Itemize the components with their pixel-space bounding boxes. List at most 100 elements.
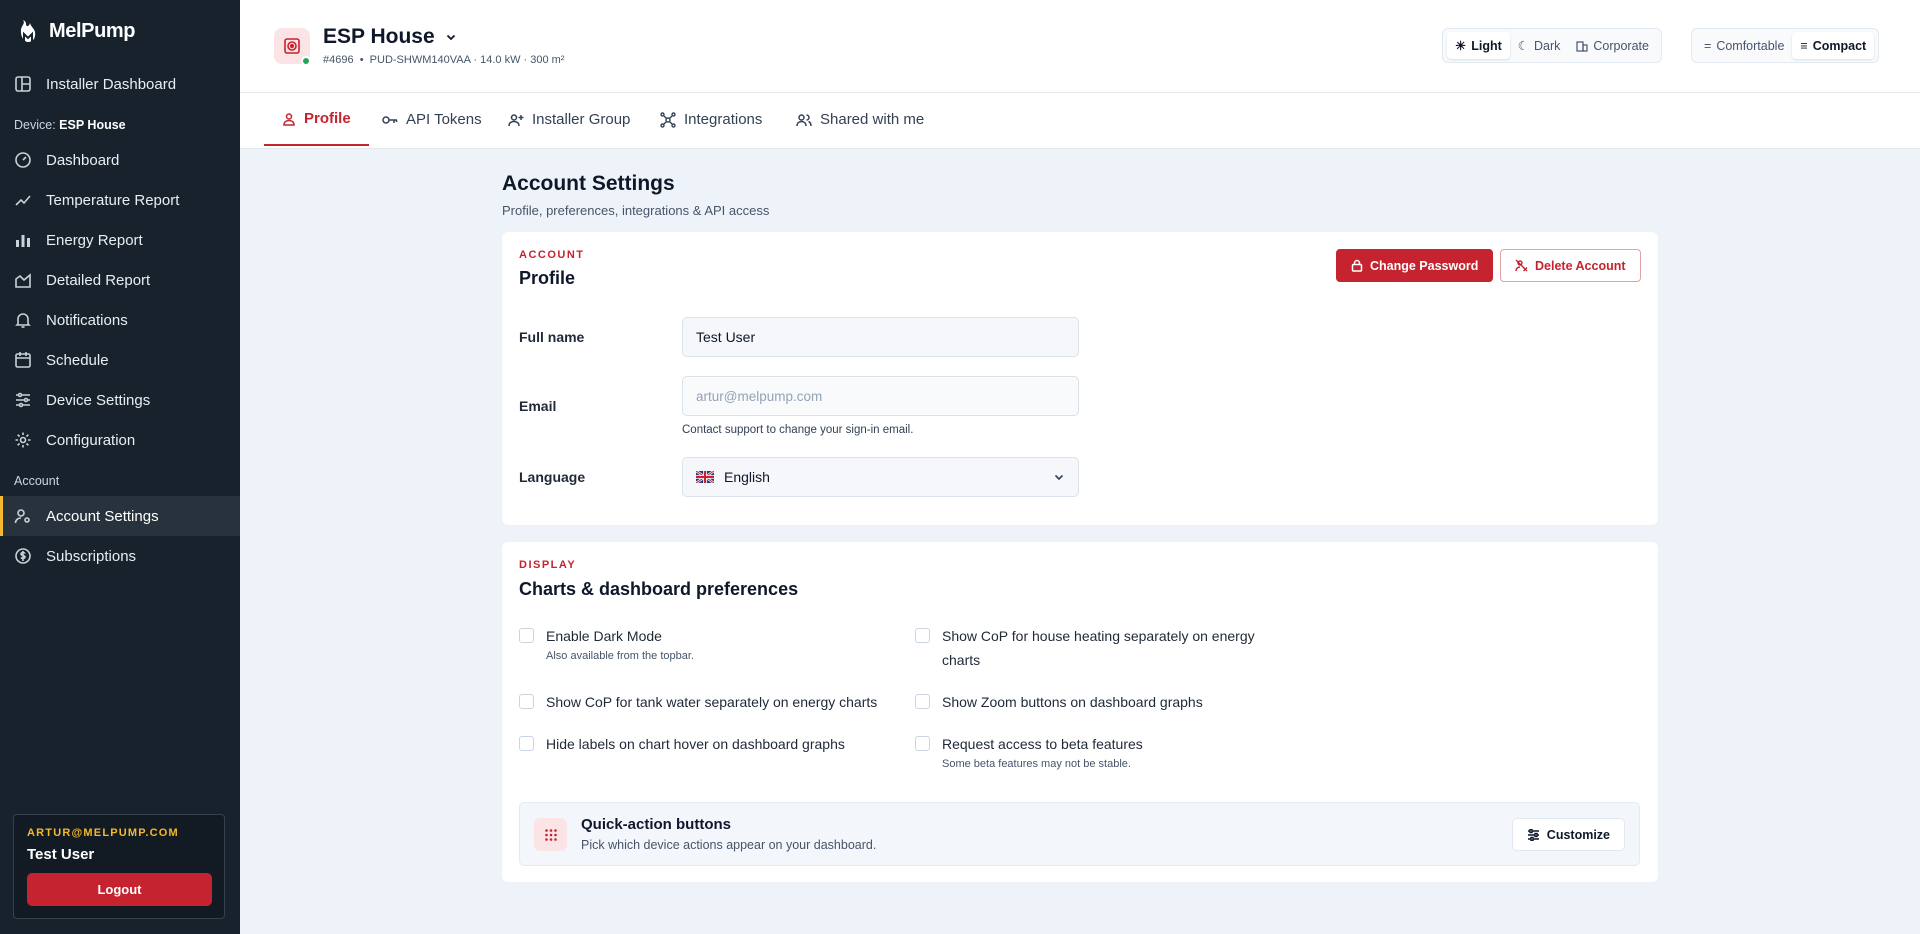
checkbox[interactable] [915, 694, 930, 709]
user-plus-icon [508, 113, 524, 126]
sidebar-item-label: Notifications [46, 311, 128, 329]
sidebar-item-label: Schedule [46, 351, 109, 369]
tab-integrations[interactable]: Integrations [660, 93, 762, 146]
customize-button[interactable]: Customize [1511, 818, 1625, 851]
change-password-button[interactable]: Change Password [1336, 249, 1494, 282]
display-title: Charts & dashboard preferences [519, 579, 799, 599]
full-name-input[interactable]: Test User [682, 317, 1079, 357]
sun-icon: ☀ [1455, 39, 1467, 53]
bell-icon [15, 313, 31, 328]
sidebar-item-label: Configuration [46, 431, 136, 449]
uk-flag-icon [696, 471, 714, 483]
quick-action-title: Quick-action buttons [581, 816, 731, 833]
sidebar-item-dashboard[interactable]: Dashboard [0, 140, 240, 180]
building-icon [1576, 40, 1588, 52]
account-section-label: Account [14, 474, 60, 488]
sidebar-item-schedule[interactable]: Schedule [0, 340, 240, 380]
device-title: ESP House [323, 25, 435, 48]
density-compact-button[interactable]: ≡ Compact [1792, 32, 1875, 59]
quick-action-panel: Quick-action buttons Pick which device a… [519, 802, 1640, 866]
gauge-icon [15, 152, 31, 168]
sidebar-item-device-settings[interactable]: Device Settings [0, 380, 240, 420]
sidebar-item-account-settings[interactable]: Account Settings [0, 496, 240, 536]
theme-light-button[interactable]: ☀ Light [1447, 32, 1510, 59]
app-name: MelPump [49, 19, 136, 42]
theme-corporate-button[interactable]: Corporate [1568, 32, 1657, 59]
page-title: Account Settings [502, 172, 675, 195]
checkbox[interactable] [519, 694, 534, 709]
email-field[interactable]: artur@melpump.com [682, 376, 1079, 416]
sidebar-item-notifications[interactable]: Notifications [0, 300, 240, 340]
layout-icon [15, 76, 31, 92]
integration-icon [660, 111, 676, 128]
grid-dots-icon [534, 818, 567, 851]
settings-tabs: Profile API Tokens Installer Group Integ… [240, 93, 1920, 149]
line-chart-icon [15, 195, 31, 206]
user-icon [283, 112, 295, 126]
quick-action-subtitle: Pick which device actions appear on your… [581, 838, 877, 852]
language-select[interactable]: English [682, 457, 1079, 497]
sidebar-item-subscriptions[interactable]: Subscriptions [0, 536, 240, 576]
checkbox[interactable] [915, 628, 930, 643]
delete-account-button[interactable]: Delete Account [1500, 249, 1641, 282]
option-dark-mode[interactable]: Enable Dark Mode Also available from the … [519, 628, 694, 662]
user-cog-icon [14, 509, 30, 524]
user-email: ARTUR@MELPUMP.COM [27, 827, 179, 839]
device-avatar[interactable] [274, 28, 311, 66]
app-logo[interactable]: MelPump [17, 18, 136, 44]
sidebar-item-detailed-report[interactable]: Detailed Report [0, 260, 240, 300]
email-label: Email [519, 398, 557, 414]
tab-api-tokens[interactable]: API Tokens [382, 93, 482, 146]
sidebar-item-label: Subscriptions [46, 547, 137, 565]
user-x-icon [1515, 259, 1528, 272]
sidebar-item-energy-report[interactable]: Energy Report [0, 220, 240, 260]
option-hide-labels[interactable]: Hide labels on chart hover on dashboard … [519, 736, 845, 756]
device-meta: #4696 • PUD-SHWM140VAA · 14.0 kW · 300 m… [323, 54, 565, 66]
menu-lines-icon: ≡ [1800, 38, 1808, 53]
chevron-down-icon [446, 34, 455, 41]
user-card: ARTUR@MELPUMP.COM Test User Logout [13, 814, 225, 919]
device-section-label: Device: ESP House [14, 118, 126, 132]
users-icon [796, 113, 812, 126]
bar-chart-icon [16, 235, 30, 247]
melpump-logo-icon [20, 20, 36, 42]
gear-icon [15, 432, 31, 448]
area-chart-icon [15, 273, 31, 288]
option-beta-features[interactable]: Request access to beta features Some beta… [915, 736, 1143, 770]
sidebar-item-label: Dashboard [46, 151, 120, 169]
device-switcher[interactable]: ESP House [323, 25, 457, 49]
profile-eyebrow: ACCOUNT [519, 249, 585, 261]
lock-icon [1351, 259, 1363, 272]
calendar-icon [15, 352, 31, 368]
sidebar-item-temperature-report[interactable]: Temperature Report [0, 180, 240, 220]
density-switcher: = Comfortable ≡ Compact [1691, 28, 1880, 63]
sidebar-item-configuration[interactable]: Configuration [0, 420, 240, 460]
logout-button[interactable]: Logout [27, 873, 212, 906]
sliders-icon [16, 392, 30, 408]
sidebar: MelPump Installer Dashboard Device: ESP … [0, 0, 240, 934]
sidebar-item-installer-dashboard[interactable]: Installer Dashboard [0, 64, 240, 104]
status-dot [301, 56, 311, 66]
tab-shared-with-me[interactable]: Shared with me [796, 93, 924, 146]
checkbox[interactable] [915, 736, 930, 751]
equals-icon: = [1704, 38, 1712, 53]
option-zoom-buttons[interactable]: Show Zoom buttons on dashboard graphs [915, 694, 1203, 714]
theme-switcher: ☀ Light ☾ Dark Corporate [1442, 28, 1662, 63]
display-card: DISPLAY Charts & dashboard preferences E… [502, 542, 1658, 882]
dollar-circle-icon [15, 548, 31, 564]
topbar: ESP House #4696 • PUD-SHWM140VAA · 14.0 … [240, 0, 1920, 93]
theme-dark-button[interactable]: ☾ Dark [1510, 32, 1569, 59]
sidebar-item-label: Installer Dashboard [46, 75, 177, 93]
profile-title: Profile [519, 268, 576, 288]
user-name: Test User [27, 846, 95, 863]
sidebar-item-label: Energy Report [46, 231, 143, 249]
checkbox[interactable] [519, 736, 534, 751]
tab-profile[interactable]: Profile [264, 93, 369, 146]
sidebar-item-label: Temperature Report [46, 191, 180, 209]
density-comfortable-button[interactable]: = Comfortable [1696, 32, 1792, 59]
sliders-icon [1527, 828, 1539, 841]
option-cop-house-heating[interactable]: Show CoP for house heating separately on… [915, 628, 1265, 672]
checkbox[interactable] [519, 628, 534, 643]
tab-installer-group[interactable]: Installer Group [508, 93, 630, 146]
option-cop-tank-water[interactable]: Show CoP for tank water separately on en… [519, 694, 877, 714]
